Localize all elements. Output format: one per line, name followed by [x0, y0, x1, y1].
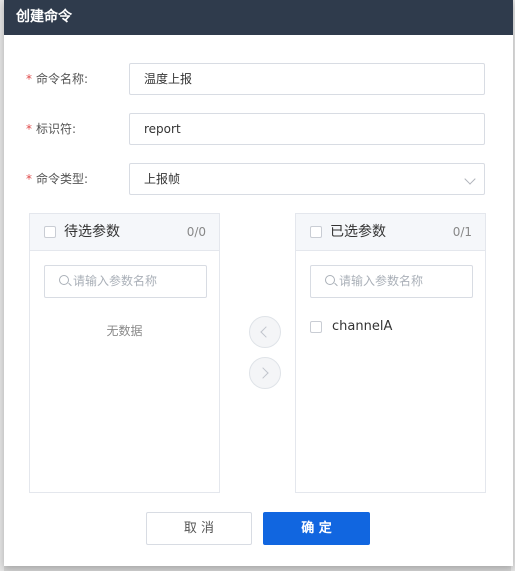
search-input-available[interactable]: 请输入参数名称 [44, 265, 207, 298]
identifier-input[interactable]: report [129, 113, 485, 145]
search-icon [325, 275, 335, 285]
chevron-left-icon [260, 326, 272, 338]
panel-header-available: 待选参数 0/0 [30, 214, 219, 251]
required-mark: * [26, 72, 32, 86]
select-all-selected-checkbox[interactable] [310, 226, 322, 238]
list-item-label: channelA [332, 319, 393, 334]
select-all-available-checkbox[interactable] [44, 226, 56, 238]
cancel-button[interactable]: 取 消 [146, 512, 252, 545]
required-mark: * [26, 122, 32, 136]
search-icon [59, 275, 69, 285]
command-type-select[interactable]: 上报帧 [129, 163, 485, 195]
form-row-identifier: * 标识符: report [4, 113, 513, 145]
command-type-value: 上报帧 [144, 172, 181, 186]
identifier-label: * 标识符: [26, 122, 77, 136]
panel-count-selected: 0/1 [452, 225, 472, 239]
command-type-label: * 命令类型: [26, 172, 89, 186]
search-input-selected[interactable]: 请输入参数名称 [310, 265, 473, 298]
search-placeholder: 请输入参数名称 [73, 274, 158, 288]
list-item-checkbox[interactable] [310, 321, 322, 333]
required-mark: * [26, 172, 32, 186]
dialog-title: 创建命令 [16, 9, 72, 25]
confirm-button[interactable]: 确 定 [263, 512, 370, 545]
panel-header-selected: 已选参数 0/1 [296, 214, 485, 251]
panel-count-available: 0/0 [186, 225, 206, 239]
panel-title-available: 待选参数 [64, 224, 120, 240]
form-row-command-type: * 命令类型: 上报帧 [4, 163, 513, 195]
search-placeholder: 请输入参数名称 [339, 274, 424, 288]
chevron-right-icon [257, 367, 269, 379]
transfer-panel-selected: 已选参数 0/1 请输入参数名称 channelA [295, 213, 486, 493]
create-command-dialog: 创建命令 * 命令名称: 温度上报 * 标识符: report * 命令类型: 上报帧… [4, 0, 513, 566]
panel-title-selected: 已选参数 [330, 224, 386, 240]
command-name-input[interactable]: 温度上报 [129, 63, 485, 95]
chevron-down-icon [464, 173, 476, 185]
transfer-panel-available: 待选参数 0/0 请输入参数名称 无数据 [29, 213, 220, 493]
empty-text: 无数据 [106, 324, 143, 338]
form-row-command-name: * 命令名称: 温度上报 [4, 63, 513, 95]
move-to-left-button[interactable] [249, 316, 281, 348]
move-to-right-button[interactable] [249, 357, 281, 389]
command-name-label: * 命令名称: [26, 72, 89, 86]
dialog-header: 创建命令 [4, 0, 513, 35]
